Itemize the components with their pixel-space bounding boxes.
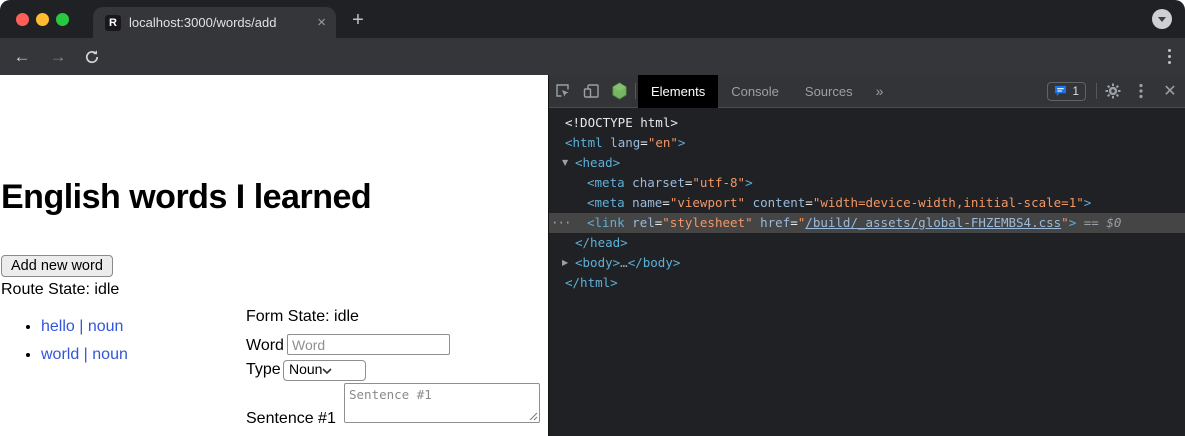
sentence-label: Sentence #1 [246, 410, 344, 428]
tab-close-icon[interactable]: × [317, 14, 326, 31]
type-select[interactable]: Noun [283, 360, 366, 381]
browser-menu-button[interactable] [1160, 38, 1178, 75]
type-label: Type [246, 361, 283, 379]
chevron-down-icon [322, 368, 332, 374]
reload-button[interactable] [78, 38, 106, 75]
fullscreen-window-button[interactable] [56, 13, 69, 26]
dom-tree-line[interactable]: <meta name="viewport" content="width=dev… [549, 193, 1185, 213]
dom-tree-line[interactable]: <meta charset="utf-8"> [549, 173, 1185, 193]
tab-console[interactable]: Console [718, 75, 792, 108]
tab-sources[interactable]: Sources [792, 75, 866, 108]
inspect-icon [555, 83, 571, 99]
device-toolbar-button[interactable] [577, 75, 605, 108]
resize-handle-icon[interactable] [529, 412, 538, 421]
issues-counter[interactable]: 1 [1047, 82, 1086, 101]
dom-tree-line[interactable]: <!DOCTYPE html> [549, 113, 1185, 133]
node-icon [611, 82, 628, 100]
browser-window: R localhost:3000/words/add × + ← → local… [0, 0, 1185, 436]
tab-search-button[interactable] [1152, 9, 1172, 29]
devtools-menu-button[interactable] [1127, 75, 1155, 108]
remix-favicon-icon: R [105, 15, 121, 31]
list-item: hello | noun [41, 318, 128, 336]
browser-tab[interactable]: R localhost:3000/words/add × [93, 7, 336, 38]
sentence-textarea[interactable] [344, 383, 540, 423]
add-word-form: Form State: idle Word Type Noun Sentence … [246, 308, 546, 436]
disclosure-arrow-icon[interactable]: ▶ [562, 253, 568, 273]
back-button[interactable]: ← [8, 38, 36, 75]
device-toolbar-icon [583, 83, 600, 99]
chevron-down-icon [1158, 17, 1166, 22]
word-list: hello | noun world | noun [0, 318, 128, 374]
word-input[interactable] [287, 334, 450, 355]
browser-toolbar: ← → localhost:3000/words/add [0, 38, 1185, 75]
form-state-text: Form State: idle [246, 308, 546, 327]
type-select-value: Noun [289, 361, 322, 377]
divider [1096, 83, 1097, 99]
disclosure-arrow-icon[interactable]: ▼ [562, 153, 568, 173]
word-link-hello[interactable]: hello | noun [41, 318, 123, 335]
kebab-menu-icon [1139, 83, 1143, 99]
close-window-button[interactable] [16, 13, 29, 26]
minimize-window-button[interactable] [36, 13, 49, 26]
divider [635, 83, 636, 99]
node-button[interactable] [605, 75, 633, 108]
list-item: world | noun [41, 346, 128, 364]
devtools-toolbar: Elements Console Sources » 1 [549, 75, 1185, 108]
word-link-world[interactable]: world | noun [41, 346, 128, 363]
tab-elements[interactable]: Elements [638, 75, 718, 108]
dom-tree-line[interactable]: ···<link rel="stylesheet" href="/build/_… [549, 213, 1185, 233]
dom-tree-line[interactable]: <html lang="en"> [549, 133, 1185, 153]
inspect-element-button[interactable] [549, 75, 577, 108]
more-tabs-button[interactable]: » [866, 83, 894, 99]
forward-button[interactable]: → [44, 38, 72, 75]
line-gutter-dots[interactable]: ··· [551, 213, 571, 233]
word-label: Word [246, 337, 287, 355]
reload-icon [84, 49, 100, 65]
new-tab-button[interactable]: + [346, 8, 370, 32]
titlebar: R localhost:3000/words/add × + [0, 0, 1185, 38]
dom-tree-line[interactable]: </html> [549, 273, 1185, 293]
dom-tree-line[interactable]: ▶<body>…</body> [549, 253, 1185, 273]
page-title: English words I learned [1, 178, 371, 217]
gear-icon [1105, 83, 1121, 99]
add-new-word-button[interactable]: Add new word [1, 255, 113, 277]
devtools-panel: Elements Console Sources » 1 [548, 75, 1185, 436]
route-state-text: Route State: idle [1, 281, 119, 299]
devtools-close-button[interactable]: ✕ [1155, 81, 1185, 101]
dom-tree: <!DOCTYPE html><html lang="en">▼<head><m… [549, 108, 1185, 293]
dom-tree-line[interactable]: </head> [549, 233, 1185, 253]
devtools-settings-button[interactable] [1099, 75, 1127, 108]
issues-count: 1 [1072, 84, 1079, 98]
page-content: English words I learned Add new word Rou… [0, 75, 548, 436]
issues-icon [1054, 85, 1067, 97]
tab-title: localhost:3000/words/add [129, 15, 311, 30]
dom-tree-line[interactable]: ▼<head> [549, 153, 1185, 173]
